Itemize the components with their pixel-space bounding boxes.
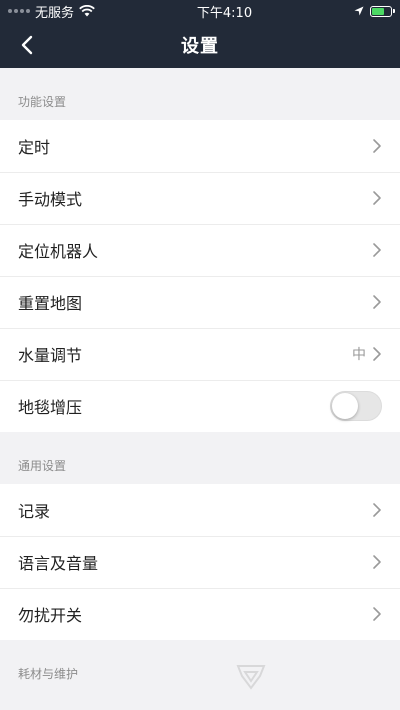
settings-item-do-not-disturb[interactable]: 勿扰开关 [0,588,400,640]
chevron-right-icon [373,503,381,517]
settings-item-label: 定时 [18,138,51,157]
status-time: 下午4:10 [196,5,253,21]
settings-item-timer[interactable]: 定时 [0,120,400,172]
carrier-label: 无服务 [35,5,75,21]
page-title: 设置 [181,36,219,57]
app-header: 无服务 下午4:10 设置 [0,0,400,68]
settings-item-language-volume[interactable]: 语言及音量 [0,536,400,588]
chevron-right-icon [373,243,381,257]
nav-bar: 设置 [0,22,400,68]
status-left: 无服务 [8,2,95,21]
settings-item-carpet-boost: 地毯增压 [0,380,400,432]
section-header-consumables: 耗材与维护 [18,667,79,681]
chevron-left-icon [21,35,33,55]
carpet-boost-toggle[interactable] [330,391,382,421]
water-level-value: 中 [352,347,366,363]
chevron-right-icon [373,191,381,205]
settings-item-label: 勿扰开关 [18,606,83,625]
settings-item-label: 记录 [18,502,51,521]
signal-dots-icon [8,9,30,13]
back-button[interactable] [14,32,40,58]
status-right [354,5,395,17]
settings-item-water-level[interactable]: 水量调节 中 [0,328,400,380]
settings-item-label: 水量调节 [18,346,83,365]
settings-item-records[interactable]: 记录 [0,484,400,536]
chevron-right-icon [373,555,381,569]
general-settings-group: 记录 语言及音量 勿扰开关 [0,484,400,640]
settings-item-label: 重置地图 [18,294,83,313]
chevron-right-icon [373,295,381,309]
section-header-function-settings: 功能设置 [18,95,67,109]
settings-item-label: 手动模式 [18,190,83,209]
settings-item-locate-robot[interactable]: 定位机器人 [0,224,400,276]
battery-icon [370,5,395,17]
settings-item-manual-mode[interactable]: 手动模式 [0,172,400,224]
chevron-right-icon [373,139,381,153]
location-arrow-icon [354,6,364,16]
toggle-knob [332,393,358,419]
chevron-right-icon [373,347,381,361]
settings-item-reset-map[interactable]: 重置地图 [0,276,400,328]
function-settings-group: 定时 手动模式 定位机器人 重置地图 水量调节 中 地毯增压 [0,120,400,432]
settings-item-label: 语言及音量 [18,554,99,573]
settings-item-label: 地毯增压 [18,398,83,417]
wifi-icon [79,5,95,17]
section-header-general-settings: 通用设置 [18,459,67,473]
chevron-right-icon [373,607,381,621]
settings-item-label: 定位机器人 [18,242,99,261]
status-bar: 无服务 下午4:10 [0,0,400,22]
